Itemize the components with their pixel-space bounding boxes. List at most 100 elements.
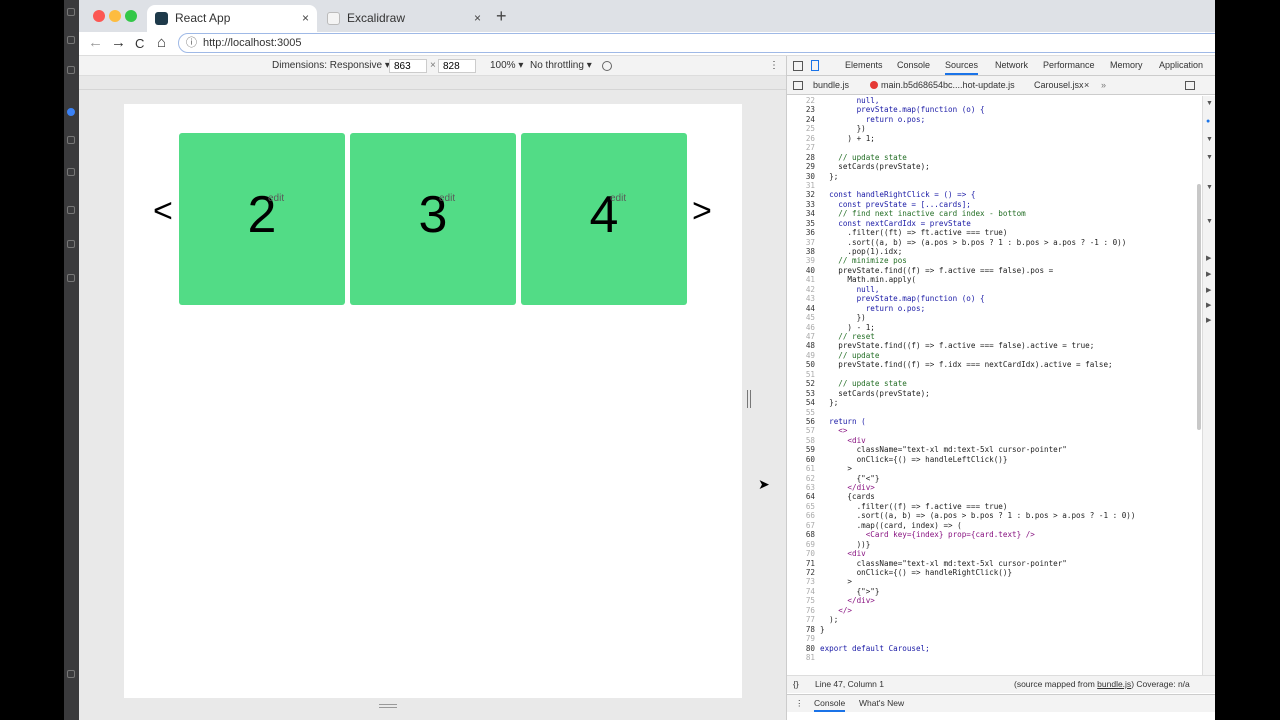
line-number[interactable]: 57 xyxy=(787,426,815,435)
more-tabs-icon[interactable]: » xyxy=(1101,80,1106,90)
file-tab-carousel[interactable]: Carousel.jsx xyxy=(1034,80,1084,90)
line-number[interactable]: 65 xyxy=(787,502,815,511)
line-number[interactable]: 58 xyxy=(787,436,815,445)
dock-icon[interactable] xyxy=(67,670,75,678)
chevron-down-icon[interactable]: ▼ xyxy=(1206,136,1213,143)
line-number[interactable]: 27 xyxy=(787,143,815,152)
tab-react-app[interactable]: React App × xyxy=(147,5,317,32)
tab-performance[interactable]: Performance xyxy=(1043,60,1095,70)
chevron-down-icon[interactable]: ▼ xyxy=(1206,184,1213,191)
line-number[interactable]: 67 xyxy=(787,521,815,530)
home-icon[interactable]: ⌂ xyxy=(157,34,166,51)
url-input[interactable]: ⓘ http://localhost:3005 xyxy=(178,33,1215,53)
line-number[interactable]: 60 xyxy=(787,455,815,464)
back-icon[interactable]: ← xyxy=(88,34,103,51)
line-number[interactable]: 37 xyxy=(787,238,815,247)
inspect-icon[interactable] xyxy=(793,61,803,71)
navigator-toggle-icon[interactable] xyxy=(793,81,803,90)
line-number[interactable]: 50 xyxy=(787,360,815,369)
line-number[interactable]: 31 xyxy=(787,181,815,190)
dock-icon[interactable] xyxy=(67,274,75,282)
line-number[interactable]: 52 xyxy=(787,379,815,388)
line-number[interactable]: 29 xyxy=(787,162,815,171)
file-tab-bundle[interactable]: bundle.js xyxy=(813,80,849,90)
line-number[interactable]: 39 xyxy=(787,256,815,265)
line-number[interactable]: 81 xyxy=(787,653,815,662)
maximize-window-button[interactable] xyxy=(125,10,137,22)
line-number[interactable]: 26 xyxy=(787,134,815,143)
line-number[interactable]: 22 xyxy=(787,96,815,105)
line-number[interactable]: 38 xyxy=(787,247,815,256)
chevron-right-icon[interactable]: ▶ xyxy=(1206,316,1211,324)
line-number[interactable]: 73 xyxy=(787,577,815,586)
line-number[interactable]: 41 xyxy=(787,275,815,284)
source-link[interactable]: bundle.js xyxy=(1097,679,1131,689)
line-number[interactable]: 53 xyxy=(787,389,815,398)
line-number[interactable]: 35 xyxy=(787,219,815,228)
line-number[interactable]: 46 xyxy=(787,323,815,332)
line-number[interactable]: 34 xyxy=(787,209,815,218)
line-number[interactable]: 71 xyxy=(787,559,815,568)
line-number[interactable]: 75 xyxy=(787,596,815,605)
line-number[interactable]: 79 xyxy=(787,634,815,643)
drawer-tab-whats-new[interactable]: What's New xyxy=(859,698,904,708)
line-number[interactable]: 33 xyxy=(787,200,815,209)
card-edit-link[interactable]: edit xyxy=(610,193,626,204)
line-number[interactable]: 45 xyxy=(787,313,815,322)
more-options-icon[interactable]: ⋮ xyxy=(769,60,779,71)
line-number[interactable]: 55 xyxy=(787,408,815,417)
card-edit-link[interactable]: edit xyxy=(439,193,455,204)
line-number[interactable]: 69 xyxy=(787,540,815,549)
zoom-dropdown[interactable]: 100% ▾ xyxy=(490,60,523,71)
tab-memory[interactable]: Memory xyxy=(1110,60,1143,70)
close-tab-icon[interactable]: × xyxy=(302,5,309,32)
dock-icon[interactable] xyxy=(67,206,75,214)
line-number[interactable]: 61 xyxy=(787,464,815,473)
new-tab-button[interactable]: + xyxy=(496,6,507,27)
line-number[interactable]: 43 xyxy=(787,294,815,303)
line-number[interactable]: 51 xyxy=(787,370,815,379)
line-number[interactable]: 28 xyxy=(787,153,815,162)
dock-icon[interactable] xyxy=(67,8,75,16)
chevron-down-icon[interactable]: ▼ xyxy=(1206,154,1213,161)
line-number[interactable]: 74 xyxy=(787,587,815,596)
line-number[interactable]: 56 xyxy=(787,417,815,426)
pretty-print-icon[interactable]: {} xyxy=(793,679,799,689)
info-icon[interactable]: ⓘ xyxy=(186,34,197,52)
line-number[interactable]: 25 xyxy=(787,124,815,133)
drawer-tab-console[interactable]: Console xyxy=(814,698,846,712)
tab-application[interactable]: Application xyxy=(1159,60,1203,70)
media-query-ruler[interactable] xyxy=(79,76,786,90)
carousel-card[interactable]: 2 edit xyxy=(179,133,345,305)
resize-handle-bottom[interactable] xyxy=(379,704,397,708)
line-number[interactable]: 44 xyxy=(787,304,815,313)
line-number[interactable]: 64 xyxy=(787,492,815,501)
line-number[interactable]: 40 xyxy=(787,266,815,275)
tab-network[interactable]: Network xyxy=(995,60,1028,70)
dock-icon[interactable] xyxy=(67,66,75,74)
dock-icon[interactable] xyxy=(67,168,75,176)
resize-handle-right[interactable] xyxy=(747,390,751,408)
tab-excalidraw[interactable]: Excalidraw × xyxy=(319,5,489,32)
width-input[interactable] xyxy=(389,59,427,73)
carousel-left-arrow[interactable]: < xyxy=(153,192,173,231)
line-number[interactable]: 24 xyxy=(787,115,815,124)
card-edit-link[interactable]: edit xyxy=(268,193,284,204)
debugger-toggle-icon[interactable] xyxy=(1185,81,1195,90)
line-number[interactable]: 80 xyxy=(787,644,815,653)
chevron-right-icon[interactable]: ▶ xyxy=(1206,254,1211,262)
throttling-dropdown[interactable]: No throttling ▾ xyxy=(530,60,592,71)
reload-icon[interactable]: C xyxy=(135,36,144,51)
line-number[interactable]: 30 xyxy=(787,172,815,181)
carousel-right-arrow[interactable]: > xyxy=(692,192,712,231)
carousel-card[interactable]: 4 edit xyxy=(521,133,687,305)
line-number[interactable]: 47 xyxy=(787,332,815,341)
line-number[interactable]: 48 xyxy=(787,341,815,350)
device-toggle-icon[interactable] xyxy=(811,60,819,71)
line-number[interactable]: 77 xyxy=(787,615,815,624)
line-number[interactable]: 66 xyxy=(787,511,815,520)
line-number[interactable]: 32 xyxy=(787,190,815,199)
dimensions-dropdown[interactable]: Dimensions: Responsive ▾ xyxy=(272,60,390,71)
rotate-icon[interactable] xyxy=(602,61,612,71)
close-window-button[interactable] xyxy=(93,10,105,22)
